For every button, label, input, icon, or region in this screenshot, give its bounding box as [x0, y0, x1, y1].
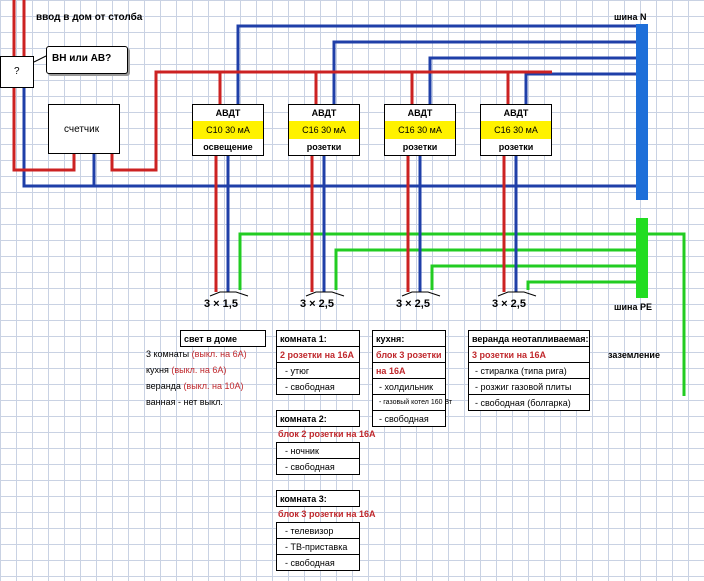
breaker-purpose: розетки — [402, 142, 438, 152]
breaker-sockets-2: АВДТ С16 30 мА розетки — [384, 104, 456, 156]
kitchen-spec: блок 3 розетки — [372, 346, 446, 363]
lighting-row: кухня (выкл. на 6А) — [146, 365, 227, 375]
veranda-header: веранда неотапливаемая: — [468, 330, 590, 347]
room3-item: - телевизор — [276, 522, 360, 539]
breaker-title: АВДТ — [215, 108, 241, 118]
room3-item: - свободная — [276, 554, 360, 571]
kitchen-header: кухня: — [372, 330, 446, 347]
veranda-item: - розжиг газовой плиты — [468, 378, 590, 395]
breaker-sockets-3: АВДТ С16 30 мА розетки — [480, 104, 552, 156]
breaker-purpose: розетки — [498, 142, 534, 152]
room1-spec: 2 розетки на 16А — [276, 346, 360, 363]
cable-size-lighting: 3 × 1,5 — [204, 298, 238, 310]
neutral-wire-1 — [236, 24, 640, 104]
cable-size-sockets-2: 3 × 2,5 — [396, 298, 430, 310]
room2-item: - свободная — [276, 458, 360, 475]
breaker-purpose: розетки — [306, 142, 342, 152]
breaker-rating: С16 30 мА — [289, 121, 359, 139]
grounding-label: заземление — [608, 350, 660, 360]
pe-bus-label: шина PE — [614, 302, 652, 312]
kitchen-item: - холдильник — [372, 378, 446, 395]
neutral-bus — [636, 24, 648, 200]
meter-label: счетчик — [64, 124, 100, 135]
room1-item: - утюг — [276, 362, 360, 379]
room3-spec: блок 3 розетки на 16А — [278, 509, 376, 519]
veranda-item: - стиралка (типа рига) — [468, 362, 590, 379]
room2-header: комната 2: — [276, 410, 360, 427]
room2-item: - ночник — [276, 442, 360, 459]
kitchen-item: - свободная — [372, 410, 446, 427]
breaker-rating: С10 30 мА — [193, 121, 263, 139]
question-callout-text: ВН или АВ? — [52, 53, 112, 64]
neutral-wire-3 — [428, 56, 640, 104]
cable-size-sockets-3: 3 × 2,5 — [492, 298, 526, 310]
lighting-row: 3 комнаты (выкл. на 6А) — [146, 349, 247, 359]
pe-wire-kitchen — [430, 264, 640, 290]
breaker-purpose: освещение — [203, 142, 253, 152]
callout-leader — [33, 55, 47, 63]
room1-item: - свободная — [276, 378, 360, 395]
room3-header: комната 3: — [276, 490, 360, 507]
lighting-row: веранда (выкл. на 10А) — [146, 381, 244, 391]
breaker-rating: С16 30 мА — [481, 121, 551, 139]
veranda-spec: 3 розетки на 16А — [468, 346, 590, 363]
page-title: ввод в дом от столба — [36, 12, 143, 23]
breaker-lighting: АВДТ С10 30 мА освещение — [192, 104, 264, 156]
room2-spec: блок 2 розетки на 16А — [278, 429, 376, 439]
breaker-rating: С16 30 мА — [385, 121, 455, 139]
pe-wire-veranda — [526, 280, 640, 290]
kitchen-item: - газовый котел 160 Вт — [372, 394, 452, 411]
pe-bus — [636, 218, 648, 298]
breaker-title: АВДТ — [503, 108, 529, 118]
room1-header: комната 1: — [276, 330, 360, 347]
pe-wire-room — [334, 248, 640, 290]
neutral-wire-4 — [524, 72, 640, 104]
kitchen-spec: на 16А — [372, 362, 446, 379]
veranda-item: - свободная (болгарка) — [468, 394, 590, 411]
room3-item: - ТВ-приставка — [276, 538, 360, 555]
breaker-title: АВДТ — [311, 108, 337, 118]
neutral-bus-label: шина N — [614, 12, 647, 22]
lighting-header: свет в доме — [180, 330, 266, 347]
breaker-title: АВДТ — [407, 108, 433, 118]
breaker-sockets-1: АВДТ С16 30 мА розетки — [288, 104, 360, 156]
cable-size-sockets-1: 3 × 2,5 — [300, 298, 334, 310]
input-device-mark: ? — [14, 66, 20, 77]
cable-brackets — [209, 291, 537, 297]
lighting-row: ванная - нет выкл. — [146, 397, 223, 407]
